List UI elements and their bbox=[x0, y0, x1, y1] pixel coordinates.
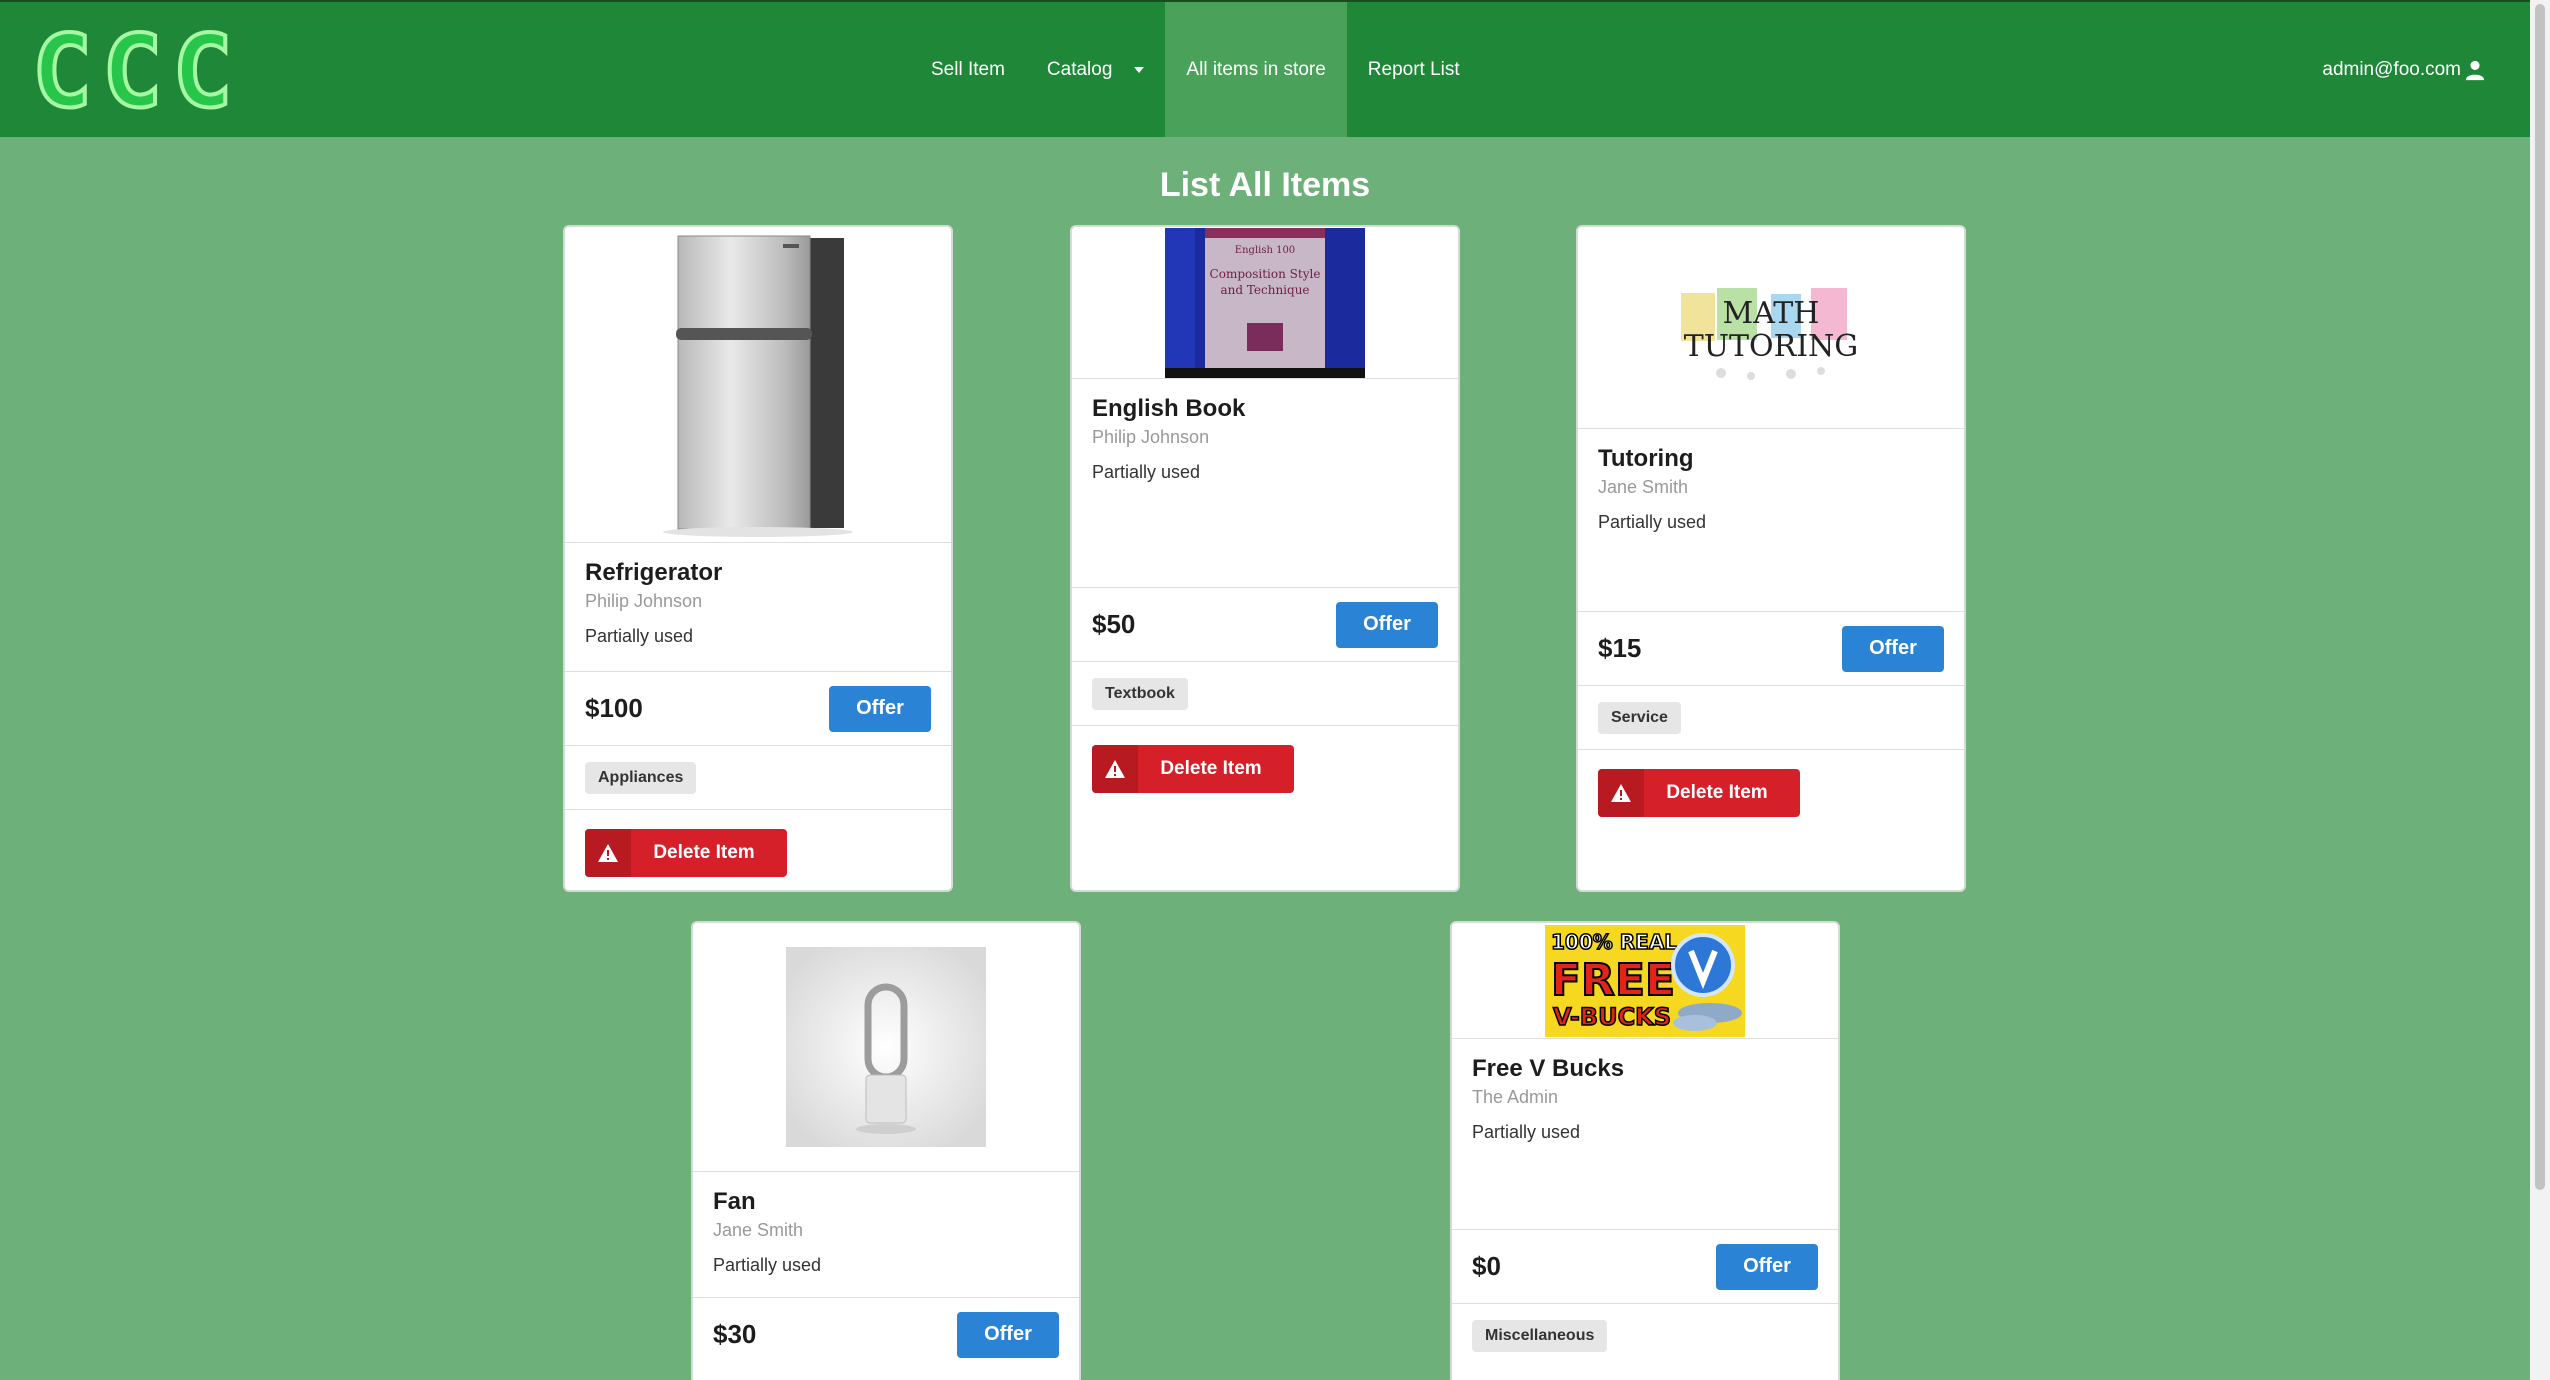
tutoring-image-text: TUTORING bbox=[1684, 329, 1859, 364]
item-seller: Jane Smith bbox=[713, 1220, 804, 1240]
item-condition: Partially used bbox=[1472, 1122, 1581, 1142]
price-row: $0 Offer bbox=[1452, 1229, 1838, 1303]
nav-report-list-label: Report List bbox=[1367, 58, 1460, 80]
delete-item-button[interactable]: Delete Item bbox=[585, 828, 787, 877]
user-icon bbox=[2465, 60, 2485, 80]
tag-row: Miscellaneous bbox=[1452, 1303, 1838, 1367]
book-cover-title-line: Composition Style bbox=[1210, 267, 1321, 281]
item-price: $0 bbox=[1472, 1251, 1501, 1281]
category-tag[interactable]: Appliances bbox=[585, 761, 697, 794]
fan-image bbox=[786, 947, 986, 1147]
item-name[interactable]: Refrigerator bbox=[585, 559, 931, 587]
delete-item-button[interactable]: Delete Item bbox=[1598, 768, 1800, 817]
tag-row: Service bbox=[1578, 685, 1964, 749]
book-cover-title-line: and Technique bbox=[1220, 283, 1309, 297]
price-row: $100 Offer bbox=[565, 671, 951, 745]
book-cover-title-line: English 100 bbox=[1235, 245, 1295, 256]
item-seller: Philip Johnson bbox=[585, 591, 703, 611]
delete-row: Delete Item bbox=[1578, 749, 1964, 835]
price-row: $30 Offer bbox=[693, 1297, 1079, 1371]
item-seller: Philip Johnson bbox=[1092, 427, 1210, 447]
offer-button[interactable]: Offer bbox=[1716, 1243, 1818, 1290]
item-condition: Partially used bbox=[713, 1255, 822, 1275]
delete-item-button[interactable]: Delete Item bbox=[1092, 744, 1294, 793]
tag-row: Appliances bbox=[565, 745, 951, 809]
offer-button[interactable]: Offer bbox=[1336, 601, 1438, 648]
refrigerator-image bbox=[663, 235, 853, 537]
category-tag[interactable]: Miscellaneous bbox=[1472, 1319, 1608, 1352]
navbar: C C C Sell Item Catalog All items in sto… bbox=[0, 0, 2530, 137]
vbucks-image-text: 100% REAL bbox=[1551, 930, 1677, 954]
vbucks-image: 100% REAL FREE V-BUCKS bbox=[1545, 924, 1745, 1037]
item-image-english-book: English 100 Composition Style and Techni… bbox=[1072, 227, 1458, 379]
book-image: English 100 Composition Style and Techni… bbox=[1165, 227, 1365, 378]
warning-icon bbox=[1092, 744, 1138, 793]
delete-item-label: Delete Item bbox=[653, 841, 755, 863]
user-menu[interactable]: admin@foo.com bbox=[2322, 2, 2486, 137]
item-image-free-v-bucks: 100% REAL FREE V-BUCKS bbox=[1452, 923, 1838, 1039]
item-image-refrigerator bbox=[565, 227, 951, 543]
delete-row: Delete Item bbox=[565, 809, 951, 890]
item-price: $100 bbox=[585, 693, 643, 723]
delete-row: Delete Item bbox=[1072, 725, 1458, 811]
vertical-scrollbar[interactable] bbox=[2530, 0, 2550, 1380]
nav-all-items[interactable]: All items in store bbox=[1165, 2, 1347, 137]
offer-button[interactable]: Offer bbox=[1842, 625, 1944, 672]
item-name[interactable]: Free V Bucks bbox=[1472, 1055, 1818, 1083]
item-name[interactable]: Tutoring bbox=[1598, 445, 1944, 473]
nav-catalog-dropdown[interactable]: Catalog bbox=[1026, 2, 1166, 137]
tutoring-image: MATH TUTORING bbox=[1681, 287, 1859, 380]
logo[interactable]: C C C bbox=[30, 13, 235, 130]
caret-down-icon bbox=[1134, 66, 1145, 73]
warning-icon bbox=[585, 828, 631, 877]
logo-letter: C bbox=[170, 13, 234, 130]
warning-icon bbox=[1598, 768, 1644, 817]
item-card-tutoring: MATH TUTORING Tutoring Jane Smith Partia… bbox=[1576, 225, 1966, 892]
item-image-tutoring: MATH TUTORING bbox=[1578, 227, 1964, 429]
offer-button[interactable]: Offer bbox=[829, 685, 931, 732]
logo-letter: C bbox=[30, 13, 94, 130]
user-email: admin@foo.com bbox=[2322, 58, 2461, 80]
category-tag[interactable]: Service bbox=[1598, 701, 1681, 734]
offer-button[interactable]: Offer bbox=[957, 1311, 1059, 1358]
nav-report-list[interactable]: Report List bbox=[1347, 2, 1481, 137]
item-condition: Partially used bbox=[1598, 512, 1707, 532]
logo-letter: C bbox=[100, 13, 164, 130]
item-card-english-book: English 100 Composition Style and Techni… bbox=[1070, 225, 1460, 892]
item-image-fan bbox=[693, 923, 1079, 1172]
item-condition: Partially used bbox=[1092, 462, 1201, 482]
item-condition: Partially used bbox=[585, 626, 694, 646]
item-price: $15 bbox=[1598, 633, 1642, 663]
item-card-refrigerator: Refrigerator Philip Johnson Partially us… bbox=[563, 225, 953, 892]
nav-all-items-label: All items in store bbox=[1186, 58, 1326, 80]
item-card-free-v-bucks: 100% REAL FREE V-BUCKS Free V Bucks The … bbox=[1450, 921, 1840, 1380]
item-seller: Jane Smith bbox=[1598, 477, 1689, 497]
delete-item-label: Delete Item bbox=[1666, 781, 1768, 803]
tag-row: Textbook bbox=[1072, 661, 1458, 725]
item-price: $50 bbox=[1092, 609, 1136, 639]
tutoring-image-text: MATH bbox=[1723, 296, 1820, 331]
nav-sell-item[interactable]: Sell Item bbox=[910, 2, 1026, 137]
nav-menu: Sell Item Catalog All items in store Rep… bbox=[910, 2, 1481, 137]
item-name[interactable]: English Book bbox=[1092, 395, 1438, 423]
scrollbar-thumb[interactable] bbox=[2535, 4, 2545, 1190]
category-tag[interactable]: Textbook bbox=[1092, 677, 1188, 710]
item-card-fan: Fan Jane Smith Partially used $30 Offer bbox=[691, 921, 1081, 1380]
price-row: $15 Offer bbox=[1578, 611, 1964, 685]
page: C C C Sell Item Catalog All items in sto… bbox=[0, 0, 2550, 1380]
nav-catalog-label: Catalog bbox=[1046, 58, 1113, 80]
nav-sell-item-label: Sell Item bbox=[931, 58, 1005, 80]
delete-item-label: Delete Item bbox=[1160, 757, 1262, 779]
item-seller: The Admin bbox=[1472, 1087, 1559, 1107]
item-price: $30 bbox=[713, 1319, 757, 1349]
price-row: $50 Offer bbox=[1072, 587, 1458, 661]
item-name[interactable]: Fan bbox=[713, 1188, 1059, 1216]
page-title: List All Items bbox=[1159, 166, 1371, 204]
vbucks-image-text: V-BUCKS bbox=[1553, 1003, 1671, 1031]
vbucks-image-text: FREE bbox=[1551, 955, 1675, 1006]
